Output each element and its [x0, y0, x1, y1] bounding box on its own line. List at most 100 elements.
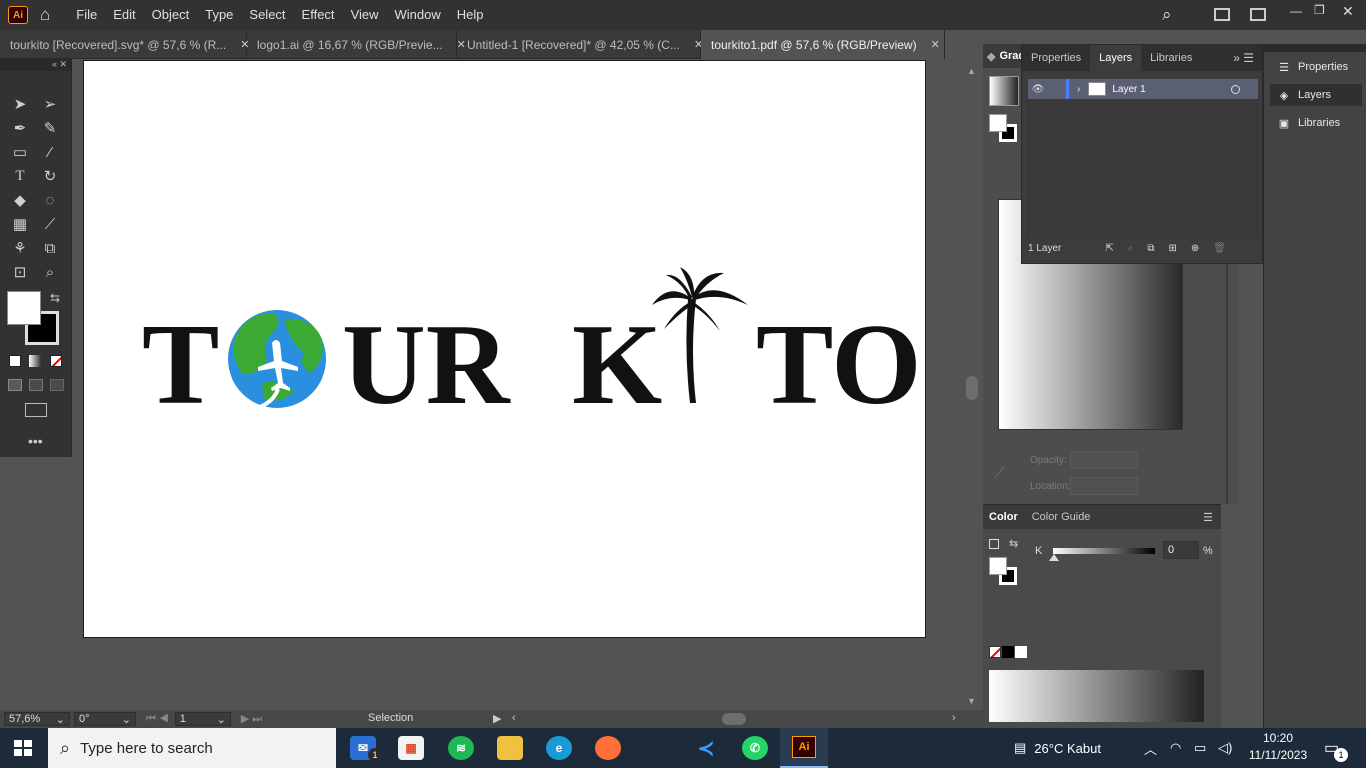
artboard[interactable]: T UR K TO: [83, 60, 926, 638]
color-spectrum[interactable]: [989, 670, 1204, 722]
expand-chevron-icon[interactable]: ›: [1077, 84, 1080, 95]
minimize-button[interactable]: —: [1290, 4, 1302, 18]
tab-libraries[interactable]: Libraries: [1141, 45, 1201, 71]
zoom-tool-icon[interactable]: ⌕: [38, 261, 62, 283]
color-mode-icon[interactable]: [9, 355, 21, 367]
gradient-preview[interactable]: [989, 76, 1019, 106]
vscode-icon[interactable]: ≺: [693, 736, 719, 760]
eyedropper-tool-icon[interactable]: ⟋: [38, 213, 62, 235]
file-explorer-icon[interactable]: [497, 736, 523, 760]
gradient-mode-icon[interactable]: [29, 355, 41, 367]
status-menu-icon[interactable]: ▶: [493, 712, 501, 725]
tab-color[interactable]: Color: [983, 511, 1024, 523]
store-icon[interactable]: ▦: [398, 736, 424, 760]
swap-colors-icon[interactable]: ⇆: [1009, 537, 1018, 550]
location-input[interactable]: [1070, 477, 1138, 495]
direct-selection-tool-icon[interactable]: ➢: [38, 93, 62, 115]
menu-help[interactable]: Help: [449, 0, 492, 30]
eye-icon[interactable]: 👁: [1028, 84, 1048, 95]
menu-type[interactable]: Type: [197, 0, 241, 30]
rotation-select[interactable]: 0° ⌄: [74, 712, 136, 726]
shape-builder-tool-icon[interactable]: ⧉: [38, 237, 62, 259]
pen-tool-icon[interactable]: ✒: [8, 117, 32, 139]
illustrator-taskbar-button[interactable]: Ai: [780, 728, 828, 768]
artboard-tool-icon[interactable]: ⊡: [8, 261, 32, 283]
menu-object[interactable]: Object: [144, 0, 198, 30]
curvature-tool-icon[interactable]: ✎: [38, 117, 62, 139]
new-layer-icon[interactable]: ⊕: [1191, 243, 1199, 254]
whatsapp-icon[interactable]: ✆: [742, 736, 768, 760]
home-icon[interactable]: ⌂: [40, 5, 50, 25]
workspace-icon[interactable]: [1250, 8, 1266, 21]
menu-window[interactable]: Window: [387, 0, 449, 30]
edge-icon[interactable]: e: [546, 736, 572, 760]
brush-tool-icon[interactable]: ⁄: [38, 141, 62, 163]
windows-start-icon[interactable]: [14, 740, 32, 756]
taskbar-search[interactable]: ⌕ Type here to search: [48, 728, 336, 768]
k-slider[interactable]: [1053, 548, 1155, 554]
close-tab-icon[interactable]: ✕: [931, 38, 940, 51]
tab-properties[interactable]: Properties: [1022, 45, 1090, 71]
scroll-thumb[interactable]: [966, 376, 978, 400]
tab-color-guide[interactable]: Color Guide: [1024, 511, 1099, 523]
export-icon[interactable]: ⇱: [1105, 243, 1113, 254]
locate-object-icon[interactable]: ⌕: [1128, 243, 1134, 254]
restore-button[interactable]: ❐: [1314, 3, 1325, 17]
vertical-scrollbar[interactable]: ▲ ▼: [963, 60, 981, 710]
dock-libraries[interactable]: ▣ Libraries: [1270, 112, 1362, 134]
panel-menu-icon[interactable]: ☰: [1203, 511, 1221, 524]
layer-name[interactable]: Layer 1: [1112, 84, 1145, 95]
menu-file[interactable]: File: [68, 0, 105, 30]
scroll-up-icon[interactable]: ▲: [967, 66, 976, 76]
type-tool-icon[interactable]: T: [8, 165, 32, 187]
blend-tool-icon[interactable]: ⚘: [8, 237, 32, 259]
dock-properties[interactable]: ☰ Properties: [1270, 56, 1362, 78]
layer-row[interactable]: 👁 › Layer 1: [1028, 79, 1258, 99]
fill-swatch[interactable]: [7, 291, 41, 325]
weather-widget[interactable]: ▤ 26°C Kabut: [1014, 728, 1101, 768]
scroll-left-icon[interactable]: ‹: [512, 712, 516, 724]
k-value-input[interactable]: 0: [1163, 541, 1199, 559]
k-slider-handle[interactable]: [1049, 554, 1059, 561]
screen-mode-icon[interactable]: [25, 403, 47, 417]
target-icon[interactable]: [1231, 84, 1240, 94]
swap-fill-stroke-icon[interactable]: ⇆: [50, 291, 60, 305]
scroll-right-icon[interactable]: ›: [952, 712, 956, 724]
new-sublayer-icon[interactable]: ⊞: [1169, 243, 1177, 254]
horizontal-scroll-thumb[interactable]: [722, 713, 746, 725]
opacity-input[interactable]: [1070, 451, 1138, 469]
gradient-tool-icon[interactable]: ▦: [8, 213, 32, 235]
white-swatch[interactable]: [1015, 646, 1027, 658]
default-colors-icon[interactable]: [989, 539, 999, 549]
close-window-button[interactable]: ✕: [1342, 3, 1354, 20]
warp-tool-icon[interactable]: ◌: [38, 189, 62, 211]
color-fill-swatch[interactable]: [989, 557, 1007, 575]
tab-tourkito1-pdf[interactable]: tourkito1.pdf @ 57,6 % (RGB/Preview) ✕: [701, 30, 945, 59]
search-icon[interactable]: ⌕: [1162, 5, 1172, 25]
arrange-documents-icon[interactable]: [1214, 8, 1230, 21]
collapse-icon[interactable]: ◆: [987, 50, 995, 63]
panel-menu-icon[interactable]: » ☰: [1233, 45, 1262, 71]
tab-tourkito-svg[interactable]: tourkito [Recovered].svg* @ 57,6 % (R...…: [0, 30, 250, 59]
menu-select[interactable]: Select: [241, 0, 293, 30]
show-hidden-icons[interactable]: ︿: [1144, 728, 1157, 768]
artboard-number-select[interactable]: 1 ⌄: [174, 712, 231, 726]
menu-view[interactable]: View: [343, 0, 387, 30]
scroll-down-icon[interactable]: ▼: [967, 696, 976, 706]
first-artboard-icon[interactable]: ⏮ ◀: [146, 713, 169, 726]
clipping-mask-icon[interactable]: ⧉: [1147, 243, 1154, 254]
dock-layers[interactable]: ◈ Layers: [1270, 84, 1362, 106]
more-tools-icon[interactable]: •••: [28, 433, 43, 449]
firefox-icon[interactable]: [595, 736, 621, 760]
volume-icon[interactable]: ◁): [1218, 728, 1232, 768]
tab-layers[interactable]: Layers: [1090, 45, 1142, 71]
draw-normal-icon[interactable]: [8, 379, 22, 391]
tab-untitled-1[interactable]: Untitled-1 [Recovered]* @ 42,05 % (C... ✕: [457, 30, 703, 59]
draw-inside-icon[interactable]: [50, 379, 64, 391]
draw-behind-icon[interactable]: [29, 379, 43, 391]
none-mode-icon[interactable]: [50, 355, 62, 367]
eyedropper-icon[interactable]: ⟋: [995, 464, 1005, 481]
black-swatch[interactable]: [1002, 646, 1014, 658]
gradient-fill-swatch[interactable]: [989, 114, 1007, 132]
rotate-tool-icon[interactable]: ↻: [38, 165, 62, 187]
